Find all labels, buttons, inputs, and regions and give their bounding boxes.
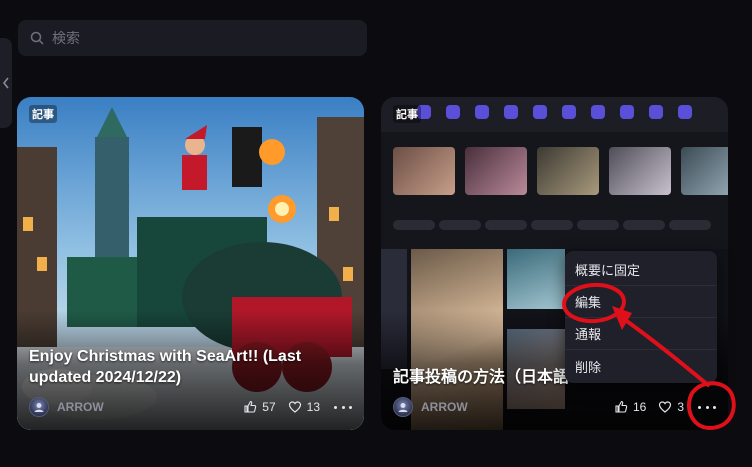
article-tag: 記事 (393, 105, 421, 123)
thumbs-up-icon (615, 400, 628, 413)
search-icon (30, 31, 44, 45)
menu-item-edit[interactable]: 編集 (565, 286, 717, 318)
search-input[interactable] (52, 30, 352, 46)
heart-icon (288, 401, 301, 413)
card-title[interactable]: Enjoy Christmas with SeaArt!! (Last upda… (29, 346, 339, 388)
favorite-count-value: 13 (306, 400, 320, 414)
author-avatar[interactable] (393, 397, 413, 417)
like-count[interactable]: 57 (243, 400, 276, 414)
favorite-count[interactable]: 13 (288, 400, 320, 414)
avatar-icon (398, 403, 408, 412)
card-footer: ARROW 16 3 (393, 396, 716, 418)
menu-item-report[interactable]: 通報 (565, 318, 717, 350)
menu-item-pin[interactable]: 概要に固定 (565, 254, 717, 286)
author-avatar[interactable] (29, 397, 49, 417)
search-bar[interactable] (18, 20, 367, 56)
page: 記事 Enjoy Christmas with SeaArt!! (Last u… (0, 0, 752, 467)
author-name[interactable]: ARROW (57, 400, 231, 414)
favorite-count-value: 3 (677, 400, 684, 414)
chevron-left-icon (2, 77, 9, 89)
more-icon (334, 405, 337, 409)
avatar-icon (34, 403, 44, 412)
card-footer: ARROW 57 13 (29, 396, 352, 418)
collapse-sidebar-tab[interactable] (0, 38, 12, 128)
author-name[interactable]: ARROW (421, 400, 602, 414)
more-icon (698, 405, 701, 409)
article-card[interactable]: 記事 Enjoy Christmas with SeaArt!! (Last u… (17, 97, 364, 430)
context-menu: 概要に固定 編集 通報 削除 (565, 251, 717, 383)
more-options-button[interactable] (334, 400, 352, 414)
article-tag: 記事 (29, 105, 57, 123)
more-options-button[interactable] (698, 400, 716, 414)
heart-icon (659, 401, 672, 413)
like-count[interactable]: 16 (614, 400, 646, 414)
favorite-count[interactable]: 3 (658, 400, 684, 414)
like-count-value: 16 (632, 400, 647, 414)
thumbs-up-icon (244, 400, 257, 413)
menu-item-delete[interactable]: 削除 (565, 350, 717, 382)
like-count-value: 57 (262, 400, 276, 414)
